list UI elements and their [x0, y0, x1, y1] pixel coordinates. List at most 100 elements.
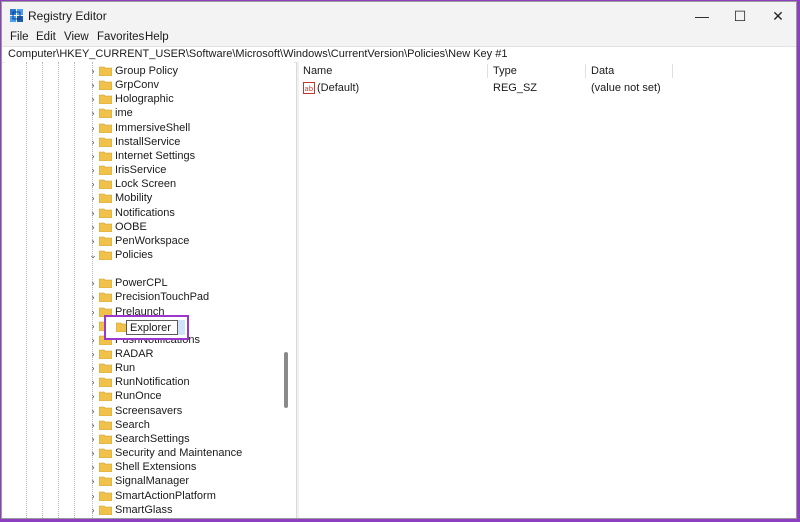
- close-button[interactable]: ✕: [760, 2, 796, 30]
- tree-scrollbar-thumb[interactable]: [284, 352, 288, 408]
- column-header-name[interactable]: Name: [303, 65, 332, 78]
- tree-item-label: Group Policy: [115, 65, 178, 77]
- tree-item-label: Security and Maintenance: [115, 447, 243, 460]
- tree-item[interactable]: › Holographic: [4, 92, 284, 106]
- tree-item[interactable]: › Notifications: [4, 206, 284, 220]
- chevron-right-icon[interactable]: ›: [88, 276, 98, 290]
- tree-item-label: Shell Extensions: [115, 461, 197, 474]
- tree-item[interactable]: › SmartActionPlatform: [4, 489, 284, 503]
- chevron-down-icon[interactable]: ⌄: [88, 248, 98, 262]
- tree-item[interactable]: › RunOnce: [4, 389, 284, 403]
- rename-highlight: [104, 315, 189, 340]
- chevron-right-icon[interactable]: ›: [88, 305, 98, 319]
- chevron-right-icon[interactable]: ›: [88, 92, 98, 106]
- tree-item[interactable]: › ImmersiveShell: [4, 121, 284, 135]
- maximize-button[interactable]: ☐: [722, 2, 758, 30]
- tree-item-label: InstallService: [115, 135, 181, 148]
- menu-file[interactable]: File: [10, 30, 29, 44]
- tree-item[interactable]: › Screensavers: [4, 404, 284, 418]
- tree-item[interactable]: › PrecisionTouchPad: [4, 290, 284, 304]
- key-tree-pane[interactable]: › Group Policy › GrpConv › Holographic › ime › Im…: [4, 62, 294, 518]
- tree-item[interactable]: › SmartGlass: [4, 503, 284, 517]
- tree-item[interactable]: › IrisService: [4, 163, 284, 177]
- string-value-icon: ab: [303, 82, 315, 94]
- tree-item[interactable]: › Search: [4, 418, 284, 432]
- chevron-right-icon[interactable]: ›: [88, 418, 98, 432]
- menu-edit[interactable]: Edit: [36, 30, 56, 44]
- chevron-right-icon[interactable]: ›: [88, 375, 98, 389]
- address-path[interactable]: Computer\HKEY_CURRENT_USER\Software\Micr…: [8, 48, 507, 61]
- column-header-type[interactable]: Type: [493, 65, 517, 78]
- chevron-right-icon[interactable]: ›: [88, 503, 98, 517]
- value-name[interactable]: (Default): [317, 82, 359, 95]
- value-type: REG_SZ: [493, 82, 538, 94]
- tree-item[interactable]: › Run: [4, 361, 284, 375]
- chevron-right-icon[interactable]: ›: [88, 446, 98, 460]
- menu-favorites[interactable]: Favorites: [97, 30, 144, 44]
- tree-item-label: Mobility: [115, 192, 153, 205]
- tree-item[interactable]: › SignalManager: [4, 474, 284, 488]
- minimize-button[interactable]: —: [684, 2, 720, 30]
- tree-item[interactable]: › ime: [4, 106, 284, 120]
- chevron-right-icon[interactable]: ›: [88, 106, 98, 120]
- chevron-right-icon[interactable]: ›: [88, 404, 98, 418]
- folder-icon: [99, 236, 112, 246]
- tree-item[interactable]: › Internet Settings: [4, 149, 284, 163]
- chevron-right-icon[interactable]: ›: [88, 460, 98, 474]
- chevron-right-icon[interactable]: ›: [88, 489, 98, 503]
- chevron-right-icon[interactable]: ›: [88, 432, 98, 446]
- chevron-right-icon[interactable]: ›: [88, 121, 98, 135]
- chevron-right-icon[interactable]: ›: [88, 163, 98, 177]
- chevron-right-icon[interactable]: ›: [88, 206, 98, 220]
- column-separator[interactable]: [672, 64, 673, 78]
- tree-item-label: Notifications: [115, 206, 175, 219]
- folder-icon: [99, 349, 112, 359]
- column-header-data[interactable]: Data: [591, 65, 614, 78]
- chevron-right-icon[interactable]: ›: [88, 149, 98, 163]
- menu-help[interactable]: Help: [145, 30, 169, 44]
- folder-icon: [99, 477, 112, 487]
- chevron-right-icon[interactable]: ›: [88, 135, 98, 149]
- chevron-right-icon[interactable]: ›: [88, 191, 98, 205]
- tree-item-label: RunOnce: [115, 390, 162, 403]
- tree-item[interactable]: › PowerCPL: [4, 276, 284, 290]
- address-bar[interactable]: Computer\HKEY_CURRENT_USER\Software\Micr…: [2, 46, 796, 63]
- chevron-right-icon[interactable]: ›: [88, 234, 98, 248]
- tree-item[interactable]: › Group Policy: [4, 64, 284, 78]
- chevron-right-icon[interactable]: ›: [88, 64, 98, 78]
- tree-item[interactable]: › PenWorkspace: [4, 234, 284, 248]
- selection-tail: [178, 320, 185, 335]
- tree-item[interactable]: › GrpConv: [4, 78, 284, 92]
- tree-item[interactable]: › Shell Extensions: [4, 460, 284, 474]
- chevron-right-icon[interactable]: ›: [88, 474, 98, 488]
- folder-icon: [99, 151, 112, 161]
- column-separator[interactable]: [585, 64, 586, 78]
- chevron-right-icon[interactable]: ›: [88, 319, 98, 333]
- chevron-right-icon[interactable]: ›: [88, 290, 98, 304]
- tree-item[interactable]: › RADAR: [4, 347, 284, 361]
- chevron-right-icon[interactable]: ›: [88, 347, 98, 361]
- tree-item-label: Holographic: [115, 93, 174, 106]
- tree-item-label: ime: [115, 107, 133, 120]
- tree-item[interactable]: › RunNotification: [4, 375, 284, 389]
- chevron-right-icon[interactable]: ›: [88, 361, 98, 375]
- tree-item[interactable]: › Security and Maintenance: [4, 446, 284, 460]
- chevron-right-icon[interactable]: ›: [88, 220, 98, 234]
- chevron-right-icon[interactable]: ›: [88, 389, 98, 403]
- menu-view[interactable]: View: [64, 30, 89, 44]
- chevron-right-icon[interactable]: ›: [88, 78, 98, 92]
- folder-icon: [99, 208, 112, 218]
- tree-item[interactable]: › Lock Screen: [4, 177, 284, 191]
- tree-item-label: GrpConv: [115, 79, 160, 92]
- chevron-right-icon[interactable]: ›: [88, 177, 98, 191]
- tree-item[interactable]: › Mobility: [4, 191, 284, 205]
- tree-item[interactable]: ⌄ Policies: [4, 248, 284, 262]
- tree-item[interactable]: › OOBE: [4, 220, 284, 234]
- rename-key-input[interactable]: [126, 320, 178, 335]
- tree-item[interactable]: › SearchSettings: [4, 432, 284, 446]
- chevron-right-icon[interactable]: ›: [88, 333, 98, 347]
- tree-item[interactable]: › InstallService: [4, 135, 284, 149]
- column-separator[interactable]: [487, 64, 488, 78]
- folder-icon: [99, 94, 112, 105]
- folder-icon: [99, 406, 112, 416]
